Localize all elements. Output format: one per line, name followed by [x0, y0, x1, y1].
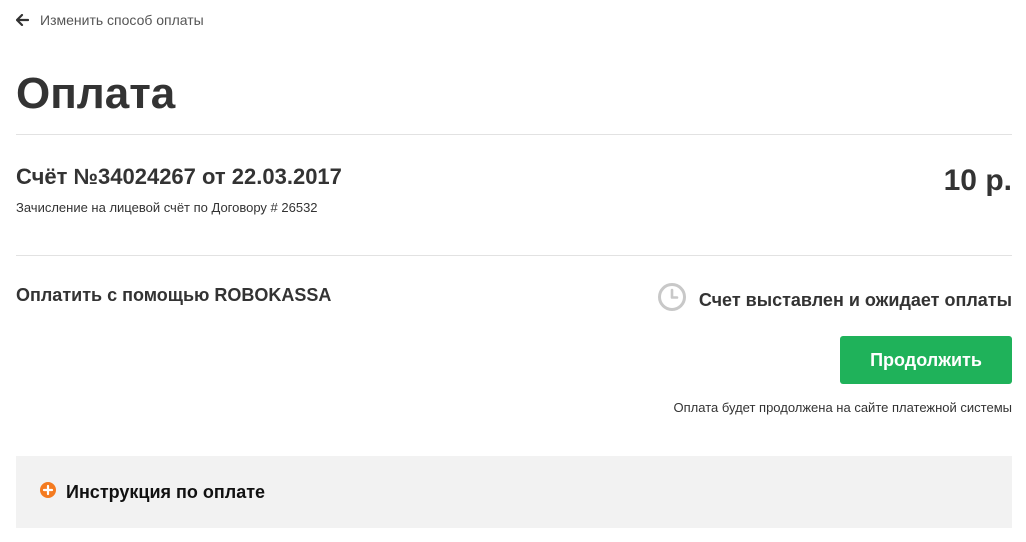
change-payment-method-link[interactable]: Изменить способ оплаты — [16, 10, 204, 30]
clock-icon — [657, 282, 687, 317]
payment-instructions-toggle[interactable]: Инструкция по оплате — [16, 456, 1012, 528]
divider — [16, 134, 1012, 135]
page-title: Оплата — [16, 69, 176, 118]
redirect-note: Оплата будет продолжена на сайте платежн… — [673, 400, 1012, 415]
continue-button[interactable]: Продолжить — [840, 336, 1012, 384]
invoice-description: Зачисление на лицевой счёт по Договору #… — [16, 200, 318, 215]
plus-circle-icon — [40, 481, 56, 503]
payment-method-label: Оплатить с помощью ROBOKASSA — [16, 285, 332, 305]
back-link-label: Изменить способ оплаты — [40, 12, 204, 28]
invoice-status: Счет выставлен и ожидает оплаты — [657, 282, 1012, 317]
invoice-amount: 10 р. — [943, 164, 1012, 197]
divider — [16, 255, 1012, 256]
payment-page: Изменить способ оплаты Оплата Счёт №3402… — [0, 0, 1026, 542]
arrow-left-icon — [16, 14, 29, 26]
instructions-label: Инструкция по оплате — [66, 481, 266, 502]
instructions-header: Инструкция по оплате — [40, 480, 265, 504]
invoice-title: Счёт №34024267 от 22.03.2017 — [16, 164, 342, 189]
status-label: Счет выставлен и ожидает оплаты — [698, 289, 1012, 310]
